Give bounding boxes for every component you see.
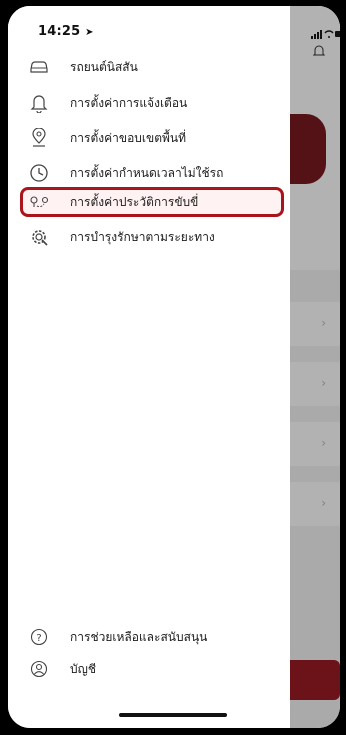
clock-icon	[28, 162, 50, 184]
menu-item-geofence-settings[interactable]: การตั้งค่าขอบเขตพื้นที่	[20, 123, 286, 153]
menu-item-notification-settings[interactable]: การตั้งค่าการแจ้งเตือน	[20, 88, 286, 118]
signal-wifi-battery-icon	[311, 30, 340, 39]
menu-item-label: รถยนต์นิสสัน	[70, 59, 138, 74]
menu-item-distance-maintenance[interactable]: การบำรุงรักษาตามระยะทาง	[20, 222, 286, 252]
status-bar: 14:25 ➤	[8, 6, 290, 46]
menu-item-label: การตั้งค่ากำหนดเวลาไม่ใช้รถ	[70, 165, 224, 180]
menu-item-nissan-cars[interactable]: รถยนต์นิสสัน	[20, 52, 286, 82]
menu-item-label: การบำรุงรักษาตามระยะทาง	[70, 229, 215, 244]
help-circle-icon: ?	[28, 626, 50, 648]
menu-item-label: การตั้งค่าการแจ้งเตือน	[70, 95, 188, 110]
menu-item-help-support[interactable]: ? การช่วยเหลือและสนับสนุน	[20, 622, 286, 652]
gear-icon	[28, 226, 50, 248]
menu-item-label: การช่วยเหลือและสนับสนุน	[70, 629, 208, 644]
location-pin-icon	[28, 127, 50, 149]
menu-item-label: การตั้งค่าขอบเขตพื้นที่	[70, 130, 187, 145]
status-time: 14:25 ➤	[38, 24, 94, 39]
phone-screen: › › › › 14:25 ➤ รถยนต์นิสสัน การตั้งค่าก…	[8, 6, 340, 728]
car-icon	[28, 56, 50, 78]
menu-item-driving-history-settings[interactable]: การตั้งค่าประวัติการขับขี่	[20, 187, 286, 217]
menu-item-account[interactable]: บัญชี	[20, 654, 286, 684]
route-icon	[28, 191, 50, 213]
user-circle-icon	[28, 658, 50, 680]
home-indicator[interactable]	[119, 713, 227, 717]
menu-item-label: การตั้งค่าประวัติการขับขี่	[70, 194, 199, 209]
status-icons	[311, 24, 340, 43]
svg-text:?: ?	[36, 633, 41, 644]
bell-icon	[28, 92, 50, 114]
side-drawer: 14:25 ➤ รถยนต์นิสสัน การตั้งค่าการแจ้งเต…	[8, 6, 340, 728]
location-arrow-icon: ➤	[85, 27, 94, 38]
menu-item-curfew-settings[interactable]: การตั้งค่ากำหนดเวลาไม่ใช้รถ	[20, 158, 286, 188]
menu-item-label: บัญชี	[70, 661, 96, 676]
